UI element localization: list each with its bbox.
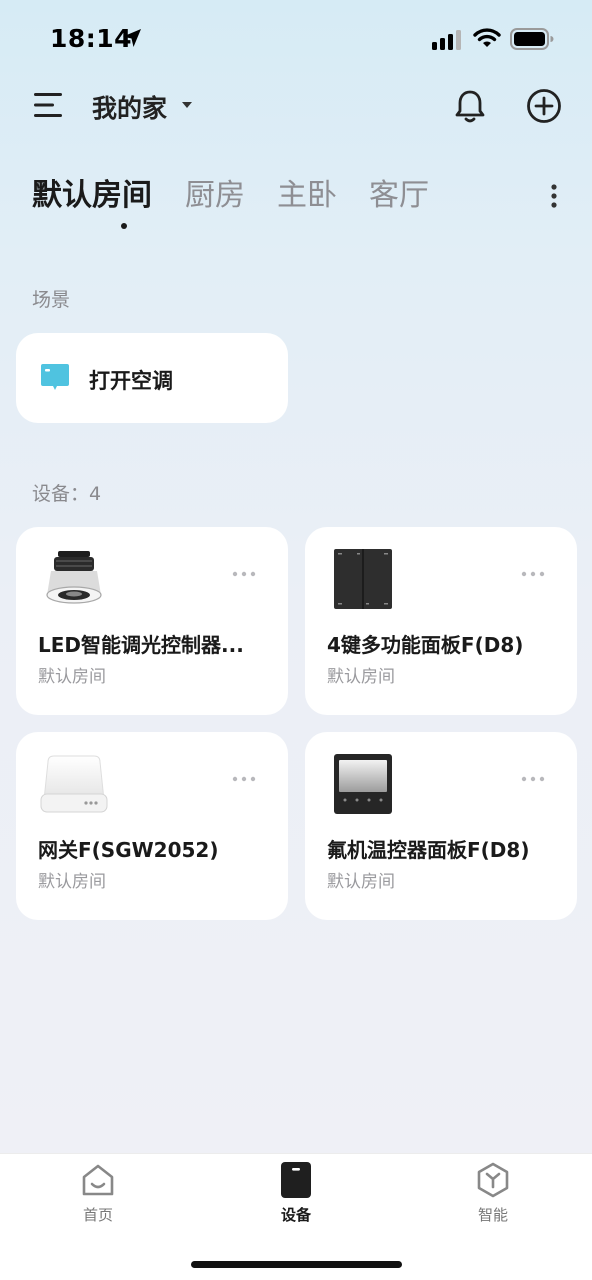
caret-down-icon[interactable] bbox=[181, 101, 193, 109]
menu-icon[interactable] bbox=[34, 92, 64, 118]
battery-icon bbox=[510, 28, 554, 50]
switch-panel-image bbox=[334, 549, 392, 609]
device-name: LED智能调光控制器... bbox=[38, 633, 244, 657]
tab-room-kitchen[interactable]: 厨房 bbox=[185, 170, 245, 214]
home-name[interactable]: 我的家 bbox=[92, 89, 167, 125]
scenes-section-label: 场景 bbox=[32, 289, 71, 311]
status-time: 18:14 bbox=[50, 24, 133, 53]
downlight-image bbox=[46, 551, 102, 604]
status-bar: 18:14 bbox=[0, 0, 592, 80]
scene-name: 打开空调 bbox=[89, 369, 173, 393]
home-indicator bbox=[191, 1261, 402, 1268]
smart-cube-icon bbox=[477, 1162, 509, 1198]
device-card-gateway[interactable]: 网关F(SGW2052) 默认房间 bbox=[16, 732, 288, 920]
tab-label: 设备 bbox=[280, 1206, 311, 1224]
device-name: 4键多功能面板F(D8) bbox=[327, 633, 524, 657]
gateway-image bbox=[40, 755, 108, 813]
scene-card[interactable]: 打开空调 bbox=[16, 333, 288, 423]
more-horizontal-icon[interactable] bbox=[521, 776, 545, 782]
home-icon bbox=[82, 1164, 114, 1196]
bell-icon[interactable] bbox=[453, 88, 487, 124]
cellular-signal-icon bbox=[432, 30, 461, 50]
device-card-4key-panel[interactable]: 4键多功能面板F(D8) 默认房间 bbox=[305, 527, 577, 715]
scene-flag-icon bbox=[41, 364, 69, 390]
tab-room-default[interactable]: 默认房间 bbox=[32, 170, 152, 214]
device-card-led-dimmer[interactable]: LED智能调光控制器... 默认房间 bbox=[16, 527, 288, 715]
device-name: 氟机温控器面板F(D8) bbox=[327, 838, 530, 862]
device-card-thermostat-panel[interactable]: 氟机温控器面板F(D8) 默认房间 bbox=[305, 732, 577, 920]
device-name: 网关F(SGW2052) bbox=[38, 838, 219, 862]
more-horizontal-icon[interactable] bbox=[521, 571, 545, 577]
more-horizontal-icon[interactable] bbox=[232, 571, 256, 577]
active-tab-indicator bbox=[121, 223, 127, 229]
add-circle-icon[interactable] bbox=[526, 88, 562, 124]
devices-section-label: 设备：4 bbox=[32, 483, 102, 505]
device-icon bbox=[281, 1162, 311, 1198]
tab-room-master-bedroom[interactable]: 主卧 bbox=[277, 170, 337, 214]
more-vertical-icon[interactable] bbox=[549, 183, 559, 209]
device-room: 默认房间 bbox=[327, 872, 395, 892]
location-arrow-icon bbox=[123, 29, 141, 47]
home-header: 我的家 bbox=[0, 80, 592, 136]
tab-label: 首页 bbox=[82, 1206, 113, 1224]
tab-smart[interactable]: 智能 bbox=[433, 1154, 553, 1234]
thermostat-panel-image bbox=[334, 754, 392, 814]
device-room: 默认房间 bbox=[327, 667, 395, 687]
device-room: 默认房间 bbox=[38, 872, 106, 892]
tab-label: 智能 bbox=[477, 1206, 508, 1224]
more-horizontal-icon[interactable] bbox=[232, 776, 256, 782]
wifi-icon bbox=[473, 28, 501, 47]
tab-devices[interactable]: 设备 bbox=[236, 1154, 356, 1234]
tab-home[interactable]: 首页 bbox=[38, 1154, 158, 1234]
device-room: 默认房间 bbox=[38, 667, 106, 687]
tab-room-living-room[interactable]: 客厅 bbox=[369, 170, 429, 214]
